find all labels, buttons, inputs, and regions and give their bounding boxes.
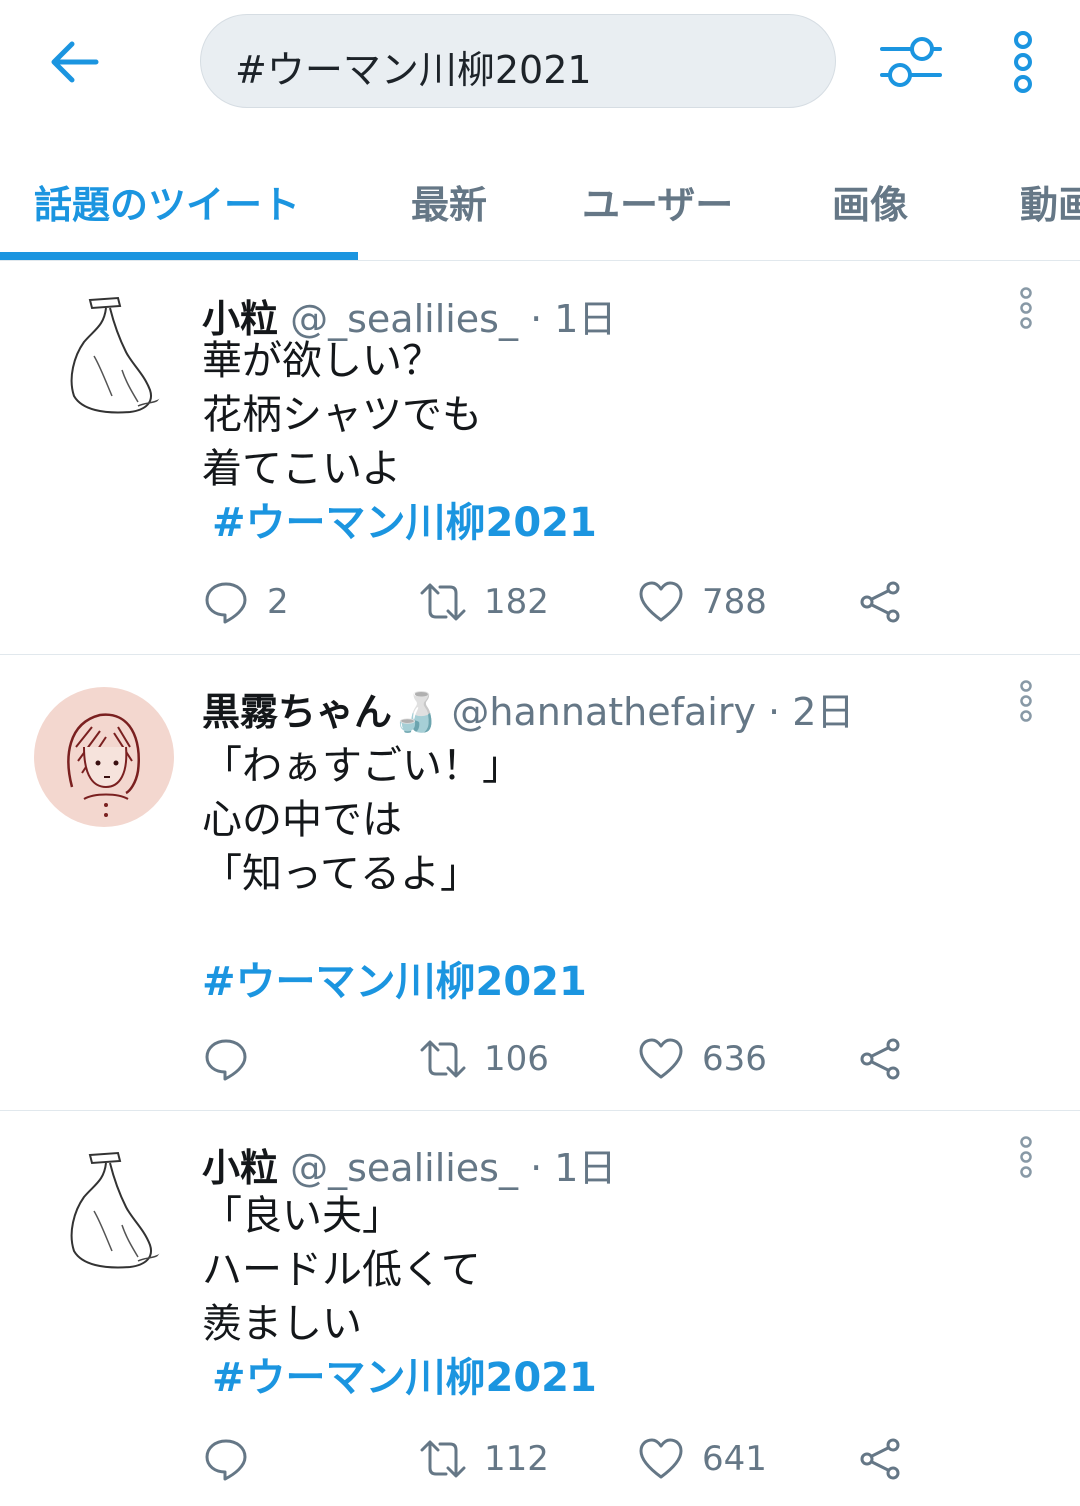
hashtag-link[interactable]: #ウーマン川柳2021: [202, 496, 597, 550]
active-tab-indicator: [0, 252, 358, 260]
tweet-line: 花柄シャツでも: [202, 392, 482, 438]
search-query: #ウーマン川柳2021: [235, 48, 592, 92]
share-button[interactable]: [857, 572, 903, 632]
share-icon: [860, 1038, 900, 1080]
tweet-line: 羨ましい: [202, 1301, 362, 1347]
timestamp[interactable]: 1日: [554, 1146, 616, 1190]
avatar[interactable]: [34, 1141, 174, 1281]
tweet-line: ハードル低くて: [202, 1247, 481, 1293]
tweet-text: 「良い夫」 ハードル低くて 羨ましい #ウーマン川柳2021: [202, 1189, 597, 1405]
reply-icon: [205, 582, 247, 624]
reply-button[interactable]: 2: [203, 572, 289, 632]
more-vertical-icon[interactable]: [1013, 286, 1039, 330]
reply-count: 2: [267, 582, 289, 622]
tab-people[interactable]: ユーザー: [582, 174, 733, 229]
tab-latest[interactable]: 最新: [411, 174, 487, 229]
tweet[interactable]: 小粒 @_sealilies_ · 1日 華が欲しい？ 花柄シャツでも 着てこい…: [0, 262, 1080, 655]
user-handle[interactable]: @_sealilies_: [290, 1146, 518, 1190]
like-count: 788: [702, 582, 767, 622]
tab-photos[interactable]: 画像: [832, 174, 908, 229]
search-tabs: 話題のツイート 最新 ユーザー 画像 動画: [0, 124, 1080, 261]
search-input[interactable]: #ウーマン川柳2021: [200, 14, 836, 108]
tab-top[interactable]: 話題のツイート: [34, 174, 300, 229]
reply-icon: [205, 1039, 247, 1081]
tweet-actions: 112 641: [0, 1429, 1080, 1489]
avatar[interactable]: [34, 687, 174, 827]
tweet-header: 小粒 @_sealilies_ · 1日: [202, 1146, 617, 1190]
tweet-line: 心の中では: [202, 797, 402, 843]
like-button[interactable]: 636: [638, 1029, 767, 1089]
tweet-line: 着てこいよ: [202, 446, 402, 492]
user-handle[interactable]: @hannathefairy: [451, 690, 756, 734]
reply-icon: [205, 1439, 247, 1481]
tweet-line: 「良い夫」: [202, 1193, 402, 1239]
tweet[interactable]: 小粒 @_sealilies_ · 1日 「良い夫」 ハードル低くて 羨ましい …: [0, 1111, 1080, 1506]
heart-icon: [639, 1038, 683, 1079]
like-button[interactable]: 788: [638, 572, 767, 632]
retweet-button[interactable]: 106: [420, 1029, 549, 1089]
hashtag-link[interactable]: #ウーマン川柳2021: [202, 955, 587, 1009]
sliders-icon[interactable]: [878, 34, 944, 90]
like-button[interactable]: 641: [638, 1429, 767, 1489]
tweet-actions: 106 636: [0, 1029, 1080, 1089]
tweet-line: [202, 901, 587, 955]
reply-button[interactable]: [203, 1029, 267, 1089]
reply-button[interactable]: [203, 1429, 267, 1489]
tweet-line: 華が欲しい？: [202, 338, 442, 384]
tweet-line: 「知ってるよ」: [202, 851, 480, 897]
more-vertical-icon[interactable]: [1013, 1135, 1039, 1179]
heart-icon: [639, 581, 683, 622]
share-button[interactable]: [857, 1429, 903, 1489]
avatar[interactable]: [34, 286, 174, 426]
tweet-text: 「わぁすごい！」 心の中では 「知ってるよ」 #ウーマン川柳2021: [202, 739, 587, 1009]
tweet-header: 黒霧ちゃん🍶 @hannathefairy · 2日: [202, 690, 855, 734]
share-button[interactable]: [857, 1029, 903, 1089]
retweet-count: 112: [484, 1439, 549, 1479]
hashtag-link[interactable]: #ウーマン川柳2021: [202, 1351, 597, 1405]
retweet-icon: [420, 583, 466, 621]
retweet-count: 106: [484, 1039, 549, 1079]
heart-icon: [639, 1438, 683, 1479]
share-icon: [860, 1438, 900, 1480]
tab-videos[interactable]: 動画: [1020, 174, 1080, 229]
retweet-icon: [420, 1040, 466, 1078]
like-count: 641: [702, 1439, 767, 1479]
top-bar: #ウーマン川柳2021: [0, 0, 1080, 124]
more-vertical-icon[interactable]: [1013, 679, 1039, 723]
retweet-button[interactable]: 182: [420, 572, 549, 632]
display-name[interactable]: 黒霧ちゃん🍶: [202, 690, 439, 734]
tweet-line: 「わぁすごい！」: [202, 743, 522, 789]
timestamp[interactable]: 2日: [792, 690, 854, 734]
arrow-left-icon[interactable]: [46, 38, 102, 86]
display-name[interactable]: 小粒: [202, 1146, 278, 1190]
tweet-actions: 2 182 788: [0, 572, 1080, 632]
retweet-count: 182: [484, 582, 549, 622]
retweet-icon: [420, 1440, 466, 1478]
share-icon: [860, 581, 900, 623]
tweet[interactable]: 黒霧ちゃん🍶 @hannathefairy · 2日 「わぁすごい！」 心の中で…: [0, 655, 1080, 1111]
like-count: 636: [702, 1039, 767, 1079]
more-vertical-icon[interactable]: [1005, 30, 1041, 94]
tweet-text: 華が欲しい？ 花柄シャツでも 着てこいよ #ウーマン川柳2021: [202, 334, 597, 550]
retweet-button[interactable]: 112: [420, 1429, 549, 1489]
